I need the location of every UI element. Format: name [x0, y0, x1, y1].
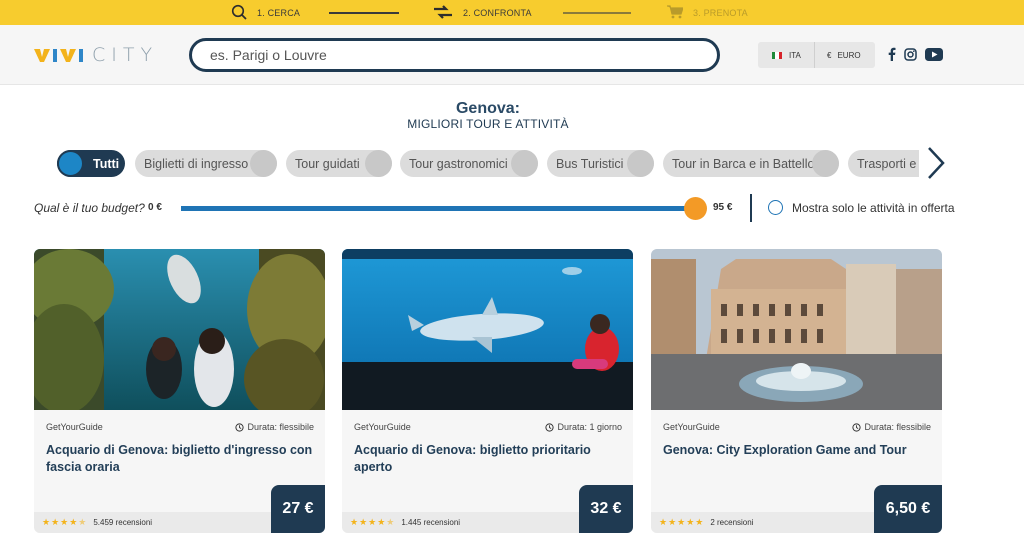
cart-icon: [667, 4, 684, 21]
review-count: 2 recensioni: [710, 518, 754, 527]
card-price[interactable]: 6,50 €: [874, 485, 942, 533]
offer-radio[interactable]: [768, 200, 783, 215]
page-heading: Genova: MIGLIORI TOUR E ATTIVITÀ: [0, 100, 976, 132]
language-label: ITA: [789, 50, 801, 60]
step-connector: [563, 12, 631, 14]
facebook-icon[interactable]: [888, 47, 896, 61]
category-label: Biglietti di ingresso: [144, 156, 249, 171]
clock-icon: [235, 422, 245, 432]
card-image: [342, 249, 633, 410]
category-chip-trasporti[interactable]: Trasporti e Tr: [848, 150, 919, 177]
budget-label: Qual è il tuo budget?: [34, 201, 145, 215]
divider: [750, 194, 752, 222]
card-title[interactable]: Acquario di Genova: biglietto d'ingresso…: [46, 442, 314, 476]
italy-flag-icon: [772, 51, 782, 59]
activity-card[interactable]: GetYourGuide Durata: 1 giorno Acquario d…: [342, 249, 633, 533]
budget-min: 0 €: [148, 202, 162, 213]
toggle-knob: [57, 150, 84, 177]
card-meta: GetYourGuide Durata: 1 giorno: [354, 422, 622, 432]
card-image: [651, 249, 942, 410]
budget-slider-handle[interactable]: [684, 197, 707, 220]
step-book[interactable]: 3. PRENOTA: [667, 0, 748, 25]
duration-label: Durata: flessibile: [247, 422, 314, 432]
card-duration: Durata: flessibile: [235, 422, 314, 432]
card-duration: Durata: flessibile: [852, 422, 931, 432]
category-chip-bus-turistici[interactable]: Bus Turistici: [547, 150, 654, 177]
city-title: Genova:: [455, 100, 520, 117]
card-meta: GetYourGuide Durata: flessibile: [663, 422, 931, 432]
budget-max: 95 €: [713, 202, 733, 213]
category-label: Tour in Barca e in Battello: [672, 156, 815, 171]
progress-steps-bar: 1. CERCA 2. CONFRONTA 3. PRENOTA: [0, 0, 1024, 25]
search-icon: [231, 4, 247, 22]
toggle-knob: [627, 150, 654, 177]
review-count: 1.445 recensioni: [401, 518, 461, 527]
step-label: 3. PRENOTA: [693, 7, 748, 18]
offer-label: Mostra solo le attività in offerta: [792, 200, 955, 215]
category-filter-bar: Tutti Biglietti di ingresso Tour guidati…: [57, 150, 919, 178]
category-chip-tour-guidati[interactable]: Tour guidati: [286, 150, 392, 177]
card-price[interactable]: 32 €: [579, 485, 633, 533]
social-links: [888, 47, 943, 61]
category-label: Tour gastronomici: [409, 156, 508, 171]
search-input[interactable]: [189, 38, 720, 72]
clock-icon: [545, 422, 555, 432]
currency-label: EURO: [837, 50, 861, 60]
review-count: 5.459 recensioni: [93, 518, 153, 527]
offer-only-toggle[interactable]: Mostra solo le attività in offerta: [768, 200, 955, 215]
currency-selector[interactable]: € EURO: [815, 51, 861, 60]
logo[interactable]: CITY: [34, 44, 159, 66]
instagram-icon[interactable]: [904, 47, 917, 61]
card-title[interactable]: Acquario di Genova: biglietto prioritari…: [354, 442, 622, 476]
budget-slider-track[interactable]: [181, 206, 697, 211]
card-title[interactable]: Genova: City Exploration Game and Tour: [663, 442, 931, 459]
toggle-knob: [250, 150, 277, 177]
card-provider: GetYourGuide: [46, 422, 103, 432]
card-price[interactable]: 27 €: [271, 485, 325, 533]
card-duration: Durata: 1 giorno: [545, 422, 622, 432]
category-chip-biglietti[interactable]: Biglietti di ingresso: [135, 150, 277, 177]
category-chip-tutti[interactable]: Tutti: [57, 150, 125, 177]
duration-label: Durata: flessibile: [864, 422, 931, 432]
currency-symbol: €: [827, 50, 832, 60]
star-rating-icon: ★★★★★: [659, 517, 705, 527]
activity-card[interactable]: GetYourGuide Durata: flessibile Genova: …: [651, 249, 942, 533]
activity-card[interactable]: GetYourGuide Durata: flessibile Acquario…: [34, 249, 325, 533]
duration-label: Durata: 1 giorno: [557, 422, 622, 432]
clock-icon: [852, 422, 862, 432]
star-rating-icon: ★★★★★: [42, 517, 88, 527]
site-header: CITY ITA € EURO: [0, 25, 1024, 85]
card-provider: GetYourGuide: [663, 422, 720, 432]
star-rating-icon: ★★★★★: [350, 517, 396, 527]
card-image: [34, 249, 325, 410]
compare-arrows-icon: [433, 4, 453, 21]
step-search[interactable]: 1. CERCA: [231, 0, 300, 25]
toggle-knob: [511, 150, 538, 177]
category-label: Trasporti e Tr: [857, 156, 919, 171]
card-provider: GetYourGuide: [354, 422, 411, 432]
step-connector: [329, 12, 399, 14]
category-label: Tour guidati: [295, 156, 360, 171]
youtube-icon[interactable]: [925, 47, 943, 61]
step-compare[interactable]: 2. CONFRONTA: [433, 0, 532, 25]
toggle-knob: [812, 150, 839, 177]
page-subtitle: MIGLIORI TOUR E ATTIVITÀ: [407, 117, 569, 131]
logo-text: CITY: [92, 44, 159, 66]
logo-mark-icon: [34, 49, 83, 62]
category-chip-tour-gastronomici[interactable]: Tour gastronomici: [400, 150, 538, 177]
card-meta: GetYourGuide Durata: flessibile: [46, 422, 314, 432]
category-label: Bus Turistici: [556, 156, 624, 171]
category-chip-tour-in-barca[interactable]: Tour in Barca e in Battello: [663, 150, 839, 177]
chevron-right-icon[interactable]: [925, 146, 945, 180]
locale-selector: ITA € EURO: [758, 42, 875, 68]
step-label: 1. CERCA: [257, 7, 301, 18]
step-label: 2. CONFRONTA: [463, 7, 532, 18]
language-selector[interactable]: ITA: [758, 42, 815, 68]
toggle-knob: [365, 150, 392, 177]
